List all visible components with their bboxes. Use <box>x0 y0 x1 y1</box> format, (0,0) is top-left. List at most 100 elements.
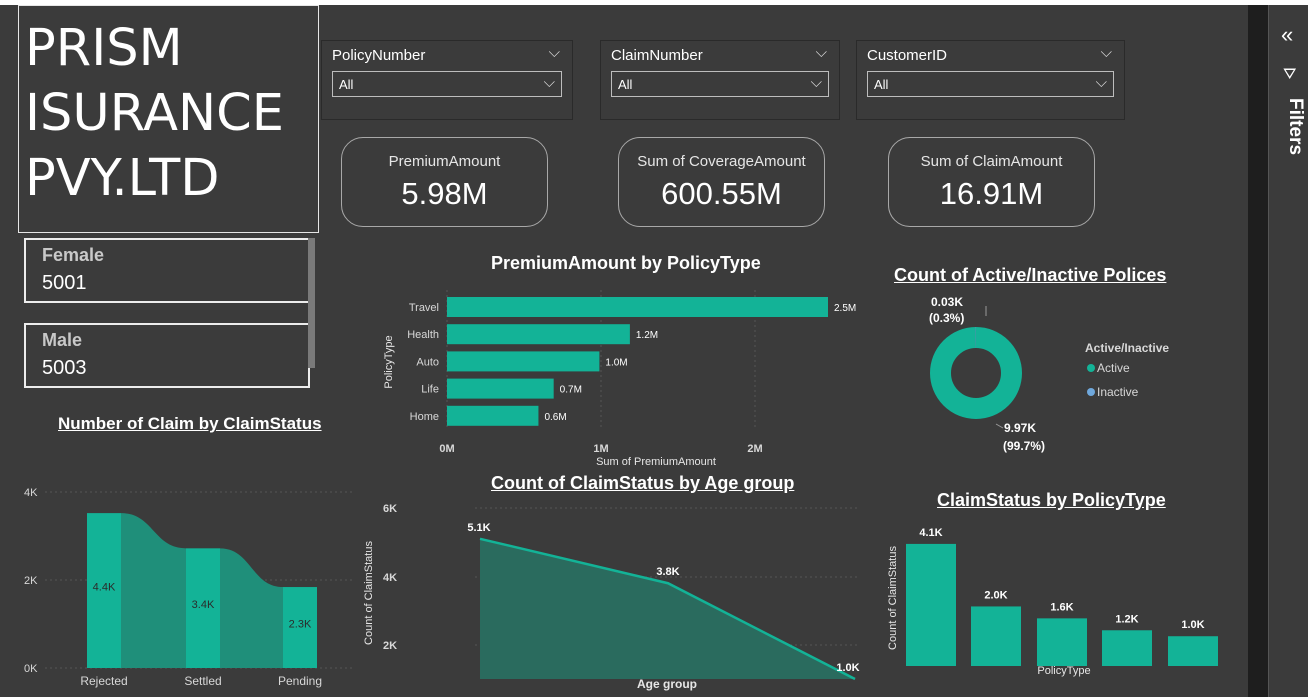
kpi-label: Sum of CoverageAmount <box>637 153 806 170</box>
y-tick-label: Home <box>410 411 439 423</box>
cards-scrollbar[interactable] <box>308 238 315 368</box>
x-tick-label: 1M <box>593 443 608 455</box>
title-line: ISURANCE <box>25 84 284 143</box>
bar <box>447 405 539 426</box>
slicer-label: ClaimNumber <box>611 47 703 64</box>
slicer-claim-number: ClaimNumber ⌵ All ⌵ <box>600 40 840 120</box>
x-axis-title: PolicyType <box>1037 665 1090 677</box>
donut-label-pct: (99.7%) <box>1003 439 1045 453</box>
slicer-dropdown[interactable]: All ⌵ <box>611 71 829 97</box>
title-line: PVY.LTD <box>25 149 220 208</box>
y-tick-label: Auto <box>416 356 439 368</box>
donut-chart-title: Count of Active/Inactive Polices <box>894 265 1167 285</box>
data-label: 4.1K <box>919 527 942 539</box>
donut-label: 0.03K <box>931 295 963 309</box>
bar <box>447 324 630 345</box>
legend-title: Active/Inactive <box>1085 341 1169 355</box>
card-label: Male <box>42 330 83 350</box>
slicer-dropdown[interactable]: All ⌵ <box>332 71 562 97</box>
y-tick-label: 0K <box>24 663 38 675</box>
kpi-premium-amount: PremiumAmount 5.98M <box>341 137 548 227</box>
claimstatus-by-policytype-chart: Count of ClaimStatus PolicyType 4.1K 2.0K… <box>887 527 1218 677</box>
chevron-down-icon: ⌵ <box>543 74 555 91</box>
slicer-value: All <box>618 77 633 92</box>
double-chevron-left-icon[interactable]: « <box>1281 22 1293 48</box>
slicer-customer-id: CustomerID ⌵ All ⌵ <box>856 40 1125 120</box>
x-tick-label: Rejected <box>80 674 127 688</box>
slicer-value: All <box>339 77 354 92</box>
y-tick-label: Life <box>421 384 439 396</box>
kpi-claim-amount: Sum of ClaimAmount 16.91M <box>888 137 1095 227</box>
donut-slice <box>930 327 1022 419</box>
chevron-down-icon: ⌵ <box>1095 74 1107 91</box>
funnel-icon[interactable]: ⛛ <box>1283 66 1296 84</box>
card-label: Female <box>42 245 105 265</box>
chevron-down-icon: ⌵ <box>810 74 822 91</box>
y-tick-label: 6K <box>383 503 397 515</box>
bar <box>1102 630 1152 666</box>
data-label: 3.4K <box>192 599 215 611</box>
data-label: 2.0K <box>984 589 1007 601</box>
age-group-chart-title: Count of ClaimStatus by Age group <box>491 473 795 493</box>
area-fill <box>480 538 855 679</box>
chevron-down-icon[interactable]: ⌵ <box>1101 44 1112 61</box>
slicer-dropdown[interactable]: All ⌵ <box>867 71 1114 97</box>
card-value: 5003 <box>42 357 87 379</box>
male-count-card: Male 5003 <box>24 323 310 388</box>
bar <box>447 297 828 317</box>
filters-pane-label[interactable]: Filters <box>1276 98 1306 168</box>
premium-chart-title: PremiumAmount by PolicyType <box>491 253 761 273</box>
bar <box>906 543 956 666</box>
ribbon <box>220 548 283 668</box>
leader-line <box>995 423 1004 429</box>
y-axis-title: PolicyType <box>383 335 395 388</box>
data-label: 1.0K <box>1181 619 1204 631</box>
x-tick-label: Pending <box>278 674 322 688</box>
x-axis-title: Age group <box>637 677 697 691</box>
slicer-value: All <box>874 77 889 92</box>
legend-label[interactable]: Inactive <box>1097 385 1139 399</box>
claims-status-chart-title: Number of Claim by ClaimStatus <box>58 414 322 433</box>
legend-label[interactable]: Active <box>1097 361 1130 375</box>
ribbon <box>121 513 186 668</box>
bar <box>1037 618 1087 666</box>
x-axis-title: Sum of PremiumAmount <box>596 456 716 468</box>
female-count-card: Female 5001 <box>24 238 310 303</box>
y-tick-label: 4K <box>24 487 38 499</box>
policytype-claims-chart-title: ClaimStatus by PolicyType <box>937 490 1166 510</box>
data-label: 2.3K <box>289 619 312 631</box>
data-label: 0.6M <box>544 412 566 423</box>
kpi-label: Sum of ClaimAmount <box>920 153 1063 170</box>
data-label: 1.0K <box>836 662 859 674</box>
x-tick-label: 2M <box>747 443 762 455</box>
data-label: 0.7M <box>560 385 582 396</box>
kpi-coverage-amount: Sum of CoverageAmount 600.55M <box>618 137 825 227</box>
claims-by-status-chart: 4K 2K 0K 4.4K Rejected 3.4K Settled 2.3K Pend… <box>24 487 355 688</box>
kpi-value: 5.98M <box>401 176 488 211</box>
slicer-label: CustomerID <box>867 47 948 64</box>
data-label: 5.1K <box>467 522 490 534</box>
active-inactive-donut-chart: 0.03K (0.3%) 9.97K (99.7%) Active/Inacti… <box>929 295 1169 453</box>
report-title: PRISM ISURANCE PVY.LTD <box>18 5 319 233</box>
premium-by-policytype-chart: 0M 1M 2M Sum of PremiumAmount PolicyType… <box>383 290 856 468</box>
data-label: 1.2M <box>636 330 658 341</box>
slicer-label: PolicyNumber <box>332 47 426 64</box>
x-tick-label: 0M <box>439 443 454 455</box>
chevron-down-icon[interactable]: ⌵ <box>816 44 827 61</box>
data-label: 4.4K <box>93 582 116 594</box>
y-tick-label: Travel <box>409 302 439 314</box>
data-label: 1.2K <box>1115 613 1138 625</box>
chevron-down-icon[interactable]: ⌵ <box>549 44 560 61</box>
bar <box>971 606 1021 666</box>
data-label: 3.8K <box>656 566 679 578</box>
title-line: PRISM <box>25 19 183 78</box>
kpi-label: PremiumAmount <box>388 153 501 170</box>
y-tick-label: Health <box>407 329 439 341</box>
legend-marker-active <box>1087 364 1095 372</box>
bar <box>1168 636 1218 666</box>
y-tick-label: 2K <box>383 640 397 652</box>
kpi-value: 600.55M <box>661 176 782 211</box>
canvas-scrollbar[interactable] <box>1248 5 1268 697</box>
y-axis-title: Count of ClaimStatus <box>887 546 899 650</box>
kpi-value: 16.91M <box>939 176 1044 211</box>
